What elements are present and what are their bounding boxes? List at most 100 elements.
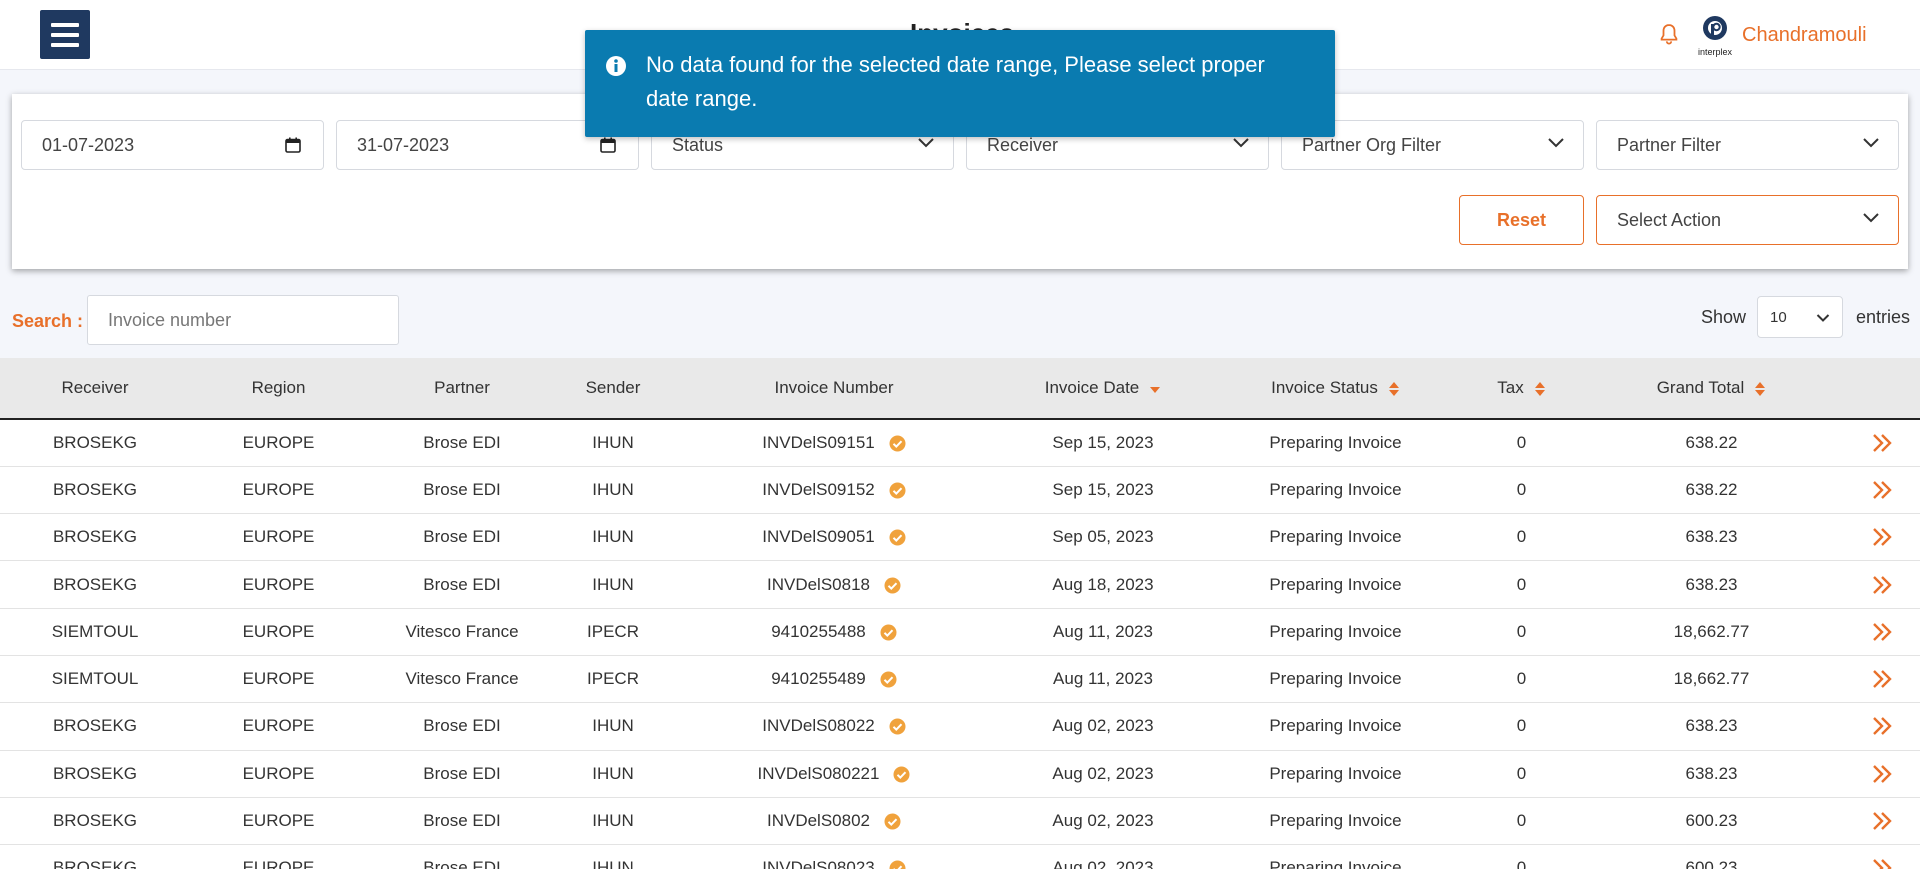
col-header-invoice-status[interactable]: Invoice Status xyxy=(1207,358,1464,419)
cell-partner: Brose EDI xyxy=(423,811,501,831)
col-header-sender[interactable]: Sender xyxy=(557,358,669,419)
col-header-partner[interactable]: Partner xyxy=(367,358,557,419)
check-circle-icon xyxy=(889,529,906,546)
cell-receiver: BROSEKG xyxy=(52,858,138,869)
col-header-invoice-number[interactable]: Invoice Number xyxy=(669,358,999,419)
check-circle-icon xyxy=(893,766,910,783)
sort-desc-icon[interactable] xyxy=(1149,381,1161,397)
date-from-input[interactable]: 01-07-2023 xyxy=(21,120,324,170)
cell-sender: IPECR xyxy=(587,669,639,689)
menu-button[interactable] xyxy=(40,10,90,59)
cell-invoice-date: Aug 02, 2023 xyxy=(1052,763,1154,783)
cell-tax: 0 xyxy=(1516,527,1527,547)
double-chevron-right-icon[interactable] xyxy=(1871,479,1893,501)
col-header-grand-total[interactable]: Grand Total xyxy=(1579,358,1844,419)
cell-sender: IHUN xyxy=(592,432,634,452)
cell-actions xyxy=(1844,466,1920,513)
double-chevron-right-icon[interactable] xyxy=(1871,857,1893,869)
cell-invoice-number: INVDelS08022 xyxy=(669,703,999,750)
user-name[interactable]: Chandramouli xyxy=(1742,24,1867,47)
table-row[interactable]: BROSEKG EUROPE Brose EDI IHUN INVDelS08023 Au… xyxy=(0,844,1920,869)
cell-sender: IPECR xyxy=(587,621,639,641)
double-chevron-right-icon[interactable] xyxy=(1871,810,1893,832)
cell-actions xyxy=(1844,655,1920,702)
table-row[interactable]: BROSEKG EUROPE Brose EDI IHUN INVDelS09051 Se… xyxy=(0,513,1920,561)
cell-receiver: BROSEKG xyxy=(52,811,138,831)
sort-icon[interactable] xyxy=(1534,381,1546,397)
table-row[interactable]: BROSEKG EUROPE Brose EDI IHUN INVDelS08022 Au… xyxy=(0,702,1920,751)
cell-region: EUROPE xyxy=(242,669,315,689)
invoice-number-text: INVDelS09151 xyxy=(762,432,875,452)
invoice-search-input[interactable] xyxy=(87,295,399,345)
check-circle-icon xyxy=(889,435,906,452)
col-header-receiver[interactable]: Receiver xyxy=(0,358,190,419)
cell-grand-total: 638.23 xyxy=(1685,527,1738,547)
double-chevron-right-icon[interactable] xyxy=(1871,432,1893,454)
double-chevron-right-icon[interactable] xyxy=(1871,621,1893,643)
select-action-dropdown[interactable]: Select Action xyxy=(1596,195,1899,245)
search-label: Search : xyxy=(12,311,84,331)
table-row[interactable]: SIEMTOUL EUROPE Vitesco France IPECR 9410255… xyxy=(0,608,1920,656)
cell-sender: IHUN xyxy=(592,479,634,499)
cell-invoice-status: Preparing Invoice xyxy=(1269,669,1402,689)
cell-partner: Brose EDI xyxy=(423,479,501,499)
sort-icon[interactable] xyxy=(1754,381,1766,397)
table-row[interactable]: BROSEKG EUROPE Brose EDI IHUN INVDelS080221 A… xyxy=(0,750,1920,798)
cell-invoice-number: INVDelS09051 xyxy=(669,514,999,561)
cell-region: EUROPE xyxy=(242,716,315,736)
cell-actions xyxy=(1844,703,1920,750)
cell-actions xyxy=(1844,797,1920,844)
invoice-number-text: 9410255488 xyxy=(771,621,866,641)
calendar-icon[interactable] xyxy=(600,137,616,153)
partner-placeholder: Partner Filter xyxy=(1617,134,1722,155)
table-row[interactable]: BROSEKG EUROPE Brose EDI IHUN INVDelS09151 Se… xyxy=(0,419,1920,467)
partner-filter-select[interactable]: Partner Filter xyxy=(1596,120,1899,170)
cell-region: EUROPE xyxy=(242,811,315,831)
double-chevron-right-icon[interactable] xyxy=(1871,763,1893,785)
cell-tax: 0 xyxy=(1516,669,1527,689)
cell-invoice-status: Preparing Invoice xyxy=(1269,763,1402,783)
check-circle-icon xyxy=(880,671,897,688)
table-row[interactable]: SIEMTOUL EUROPE Vitesco France IPECR 9410255… xyxy=(0,655,1920,703)
cell-region: EUROPE xyxy=(242,621,315,641)
col-header-tax[interactable]: Tax xyxy=(1464,358,1579,419)
invoice-number-text: INVDelS080221 xyxy=(757,763,880,783)
calendar-icon[interactable] xyxy=(285,137,301,153)
cell-invoice-status: Preparing Invoice xyxy=(1269,716,1402,736)
col-header-invoice-date[interactable]: Invoice Date xyxy=(999,358,1207,419)
date-to-value: 31-07-2023 xyxy=(357,134,450,155)
double-chevron-right-icon[interactable] xyxy=(1871,668,1893,690)
double-chevron-right-icon[interactable] xyxy=(1871,526,1893,548)
bell-icon[interactable] xyxy=(1657,22,1681,46)
sort-icon[interactable] xyxy=(1388,381,1400,397)
col-header-actions xyxy=(1844,358,1920,419)
cell-sender: IHUN xyxy=(592,858,634,869)
cell-partner: Brose EDI xyxy=(423,763,501,783)
double-chevron-right-icon[interactable] xyxy=(1871,574,1893,596)
cell-invoice-date: Aug 02, 2023 xyxy=(1052,716,1154,736)
hamburger-icon xyxy=(51,42,79,47)
toast-message: No data found for the selected date rang… xyxy=(646,52,1265,111)
entries-value: 10 xyxy=(1770,309,1787,326)
cell-invoice-status: Preparing Invoice xyxy=(1269,621,1402,641)
cell-region: EUROPE xyxy=(242,574,315,594)
cell-invoice-status: Preparing Invoice xyxy=(1269,574,1402,594)
partner-org-placeholder: Partner Org Filter xyxy=(1302,134,1442,155)
table-row[interactable]: BROSEKG EUROPE Brose EDI IHUN INVDelS09152 Se… xyxy=(0,466,1920,514)
table-row[interactable]: BROSEKG EUROPE Brose EDI IHUN INVDelS0802 Aug… xyxy=(0,797,1920,845)
status-placeholder: Status xyxy=(672,134,724,155)
cell-invoice-status: Preparing Invoice xyxy=(1269,479,1402,499)
cell-grand-total: 600.23 xyxy=(1685,811,1738,831)
double-chevron-right-icon[interactable] xyxy=(1871,715,1893,737)
cell-region: EUROPE xyxy=(242,479,315,499)
cell-invoice-number: 9410255488 xyxy=(669,608,999,655)
col-header-region[interactable]: Region xyxy=(190,358,367,419)
entries-per-page-select[interactable]: 10 xyxy=(1757,296,1843,338)
table-row[interactable]: BROSEKG EUROPE Brose EDI IHUN INVDelS0818 Aug… xyxy=(0,560,1920,609)
cell-region: EUROPE xyxy=(242,527,315,547)
reset-button[interactable]: Reset xyxy=(1459,195,1584,245)
cell-tax: 0 xyxy=(1516,811,1527,831)
cell-partner: Vitesco France xyxy=(405,669,519,689)
invoice-number-text: INVDelS0802 xyxy=(766,811,870,831)
error-toast[interactable]: No data found for the selected date rang… xyxy=(585,30,1335,137)
